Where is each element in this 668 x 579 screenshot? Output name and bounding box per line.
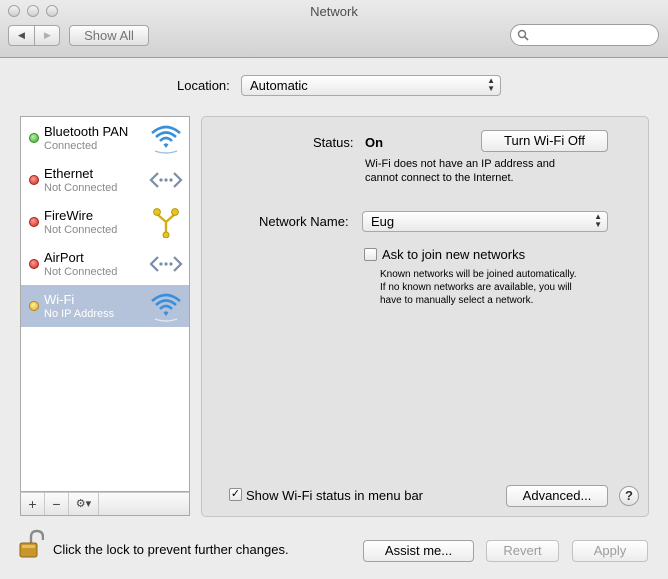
remove-service-button[interactable]: − [45, 493, 69, 515]
service-name: Ethernet [44, 166, 94, 181]
location-label: Location: [177, 78, 230, 93]
back-button[interactable]: ◀ [9, 26, 35, 45]
service-item-airport[interactable]: AirPort Not Connected [21, 243, 189, 285]
service-status: Not Connected [44, 224, 118, 236]
location-value: Automatic [250, 78, 308, 93]
popup-arrows-icon: ▲ ▼ [594, 212, 602, 229]
ask-to-join-desc-line3: have to manually select a network. [380, 295, 534, 306]
revert-button[interactable]: Revert [486, 540, 559, 562]
ask-to-join-desc-line1: Known networks will be joined automatica… [380, 269, 577, 280]
network-name-label: Network Name: [259, 214, 349, 229]
popup-arrows-icon: ▲ ▼ [487, 76, 495, 93]
search-icon [517, 29, 529, 41]
ask-to-join-checkbox[interactable] [364, 248, 377, 261]
service-status: Not Connected [44, 266, 118, 278]
service-name: Bluetooth PAN [44, 124, 129, 139]
show-all-button[interactable]: Show All [69, 25, 149, 46]
service-name: FireWire [44, 208, 94, 223]
firewire-icon [153, 208, 179, 238]
ask-to-join-label[interactable]: Ask to join new networks [382, 247, 525, 262]
status-dot-red [29, 217, 39, 227]
search-field[interactable] [510, 24, 659, 46]
service-list: Bluetooth PAN Connected Ethernet Not Con… [20, 116, 190, 492]
help-button[interactable]: ? [619, 486, 639, 506]
status-label: Status: [313, 135, 354, 150]
status-dot-red [29, 259, 39, 269]
show-wifi-status-label[interactable]: Show Wi-Fi status in menu bar [246, 488, 423, 503]
ethernet-icon [149, 256, 183, 272]
service-name: AirPort [44, 250, 84, 265]
turn-wifi-off-button[interactable]: Turn Wi-Fi Off [481, 130, 608, 152]
status-description-line2: cannot connect to the Internet. [365, 172, 514, 184]
add-service-button[interactable]: + [21, 493, 45, 515]
network-name-value: Eug [371, 214, 395, 229]
back-icon: ◀ [18, 30, 25, 40]
window-title: Network [310, 4, 358, 19]
status-dot-red [29, 175, 39, 185]
checkmark-icon: ✓ [230, 488, 241, 500]
gear-icon: ⚙▾ [75, 498, 92, 510]
apply-button[interactable]: Apply [572, 540, 648, 562]
service-list-actions: + − ⚙▾ [20, 492, 190, 516]
location-popup[interactable]: Automatic ▲ ▼ [241, 75, 501, 96]
lock-message: Click the lock to prevent further change… [53, 542, 289, 557]
status-description-line1: Wi-Fi does not have an IP address and [365, 158, 555, 170]
service-item-firewire[interactable]: FireWire Not Connected [21, 201, 189, 243]
wifi-icon [151, 293, 181, 322]
action-menu-button[interactable]: ⚙▾ [69, 493, 99, 515]
network-name-popup[interactable]: Eug ▲ ▼ [362, 211, 608, 232]
ethernet-icon [149, 172, 183, 188]
forward-button[interactable]: ▶ [35, 26, 60, 45]
service-name: Wi-Fi [44, 292, 75, 307]
lock-icon[interactable] [18, 529, 44, 559]
service-status: Connected [44, 140, 98, 152]
service-item-bluetooth-pan[interactable]: Bluetooth PAN Connected [21, 117, 189, 159]
status-value: On [365, 135, 384, 150]
advanced-button[interactable]: Advanced... [506, 485, 608, 507]
wifi-icon [151, 125, 181, 154]
back-forward-control: ◀ ▶ [8, 25, 60, 46]
service-item-wifi[interactable]: Wi-Fi No IP Address [21, 285, 189, 327]
status-dot-green [29, 133, 39, 143]
service-status: Not Connected [44, 182, 118, 194]
show-wifi-status-checkbox[interactable]: ✓ [229, 488, 242, 501]
service-status: No IP Address [44, 308, 115, 320]
forward-icon: ▶ [44, 30, 51, 40]
service-item-ethernet[interactable]: Ethernet Not Connected [21, 159, 189, 201]
status-dot-yellow [29, 301, 39, 311]
ask-to-join-desc-line2: If no known networks are available, you … [380, 282, 572, 293]
window-toolbar: Network ◀ ▶ Show All [0, 0, 668, 58]
assist-me-button[interactable]: Assist me... [363, 540, 474, 562]
